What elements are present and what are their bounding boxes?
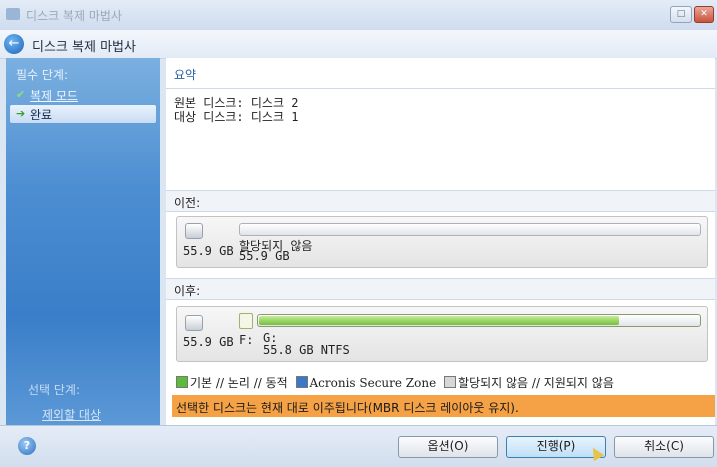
after-label: 이후:: [174, 284, 201, 298]
app-icon: [6, 8, 20, 20]
warning-text: 선택한 디스크는 현재 대로 이주됩니다(MBR 디스크 레이아웃 유지).: [176, 401, 519, 415]
wizard-footer: ? 옵션(O) 진행(P) 취소(C): [0, 425, 717, 467]
layout-warning-banner: 선택한 디스크는 현재 대로 이주됩니다(MBR 디스크 레이아웃 유지).: [172, 395, 715, 417]
target-disk-line: 대상 디스크: 디스크 1: [174, 110, 299, 124]
before-partition-size: 55.9 GB: [239, 249, 290, 263]
partition-used-fill: [259, 316, 620, 325]
checkmark-icon: ✔: [16, 88, 26, 101]
optional-steps-heading: 선택 단계:: [28, 383, 81, 397]
unallocated-color-swatch: [444, 376, 457, 388]
options-button[interactable]: 옵션(O): [398, 436, 498, 458]
step-exclusions[interactable]: 제외할 대상: [42, 406, 101, 423]
step-finish[interactable]: ➔ 완료: [10, 105, 156, 123]
partition-flag-icon: [239, 313, 253, 329]
legend-acronis: Acronis Secure Zone: [309, 376, 437, 390]
wizard-steps-sidebar: 필수 단계: ✔ 복제 모드 ➔ 완료 선택 단계: 제외할 대상: [6, 58, 160, 425]
arrow-right-icon: ➔: [16, 107, 26, 120]
restore-button[interactable]: □: [670, 6, 692, 23]
close-button[interactable]: ✕: [694, 6, 714, 23]
after-partition-size: 55.8 GB NTFS: [263, 343, 350, 357]
legend-unallocated: 할당되지 않음 // 지원되지 않음: [458, 376, 614, 390]
summary-box: 원본 디스크: 디스크 2 대상 디스크: 디스크 1: [166, 88, 715, 189]
wizard-title: 디스크 복제 마법사: [32, 40, 136, 55]
required-steps-heading: 필수 단계:: [16, 68, 69, 82]
unallocated-partition-bar[interactable]: [239, 223, 701, 236]
before-label: 이전:: [174, 196, 201, 210]
hard-disk-icon: [185, 223, 203, 239]
summary-title: 요약: [174, 68, 197, 82]
step-clone-mode[interactable]: ✔ 복제 모드: [10, 86, 156, 104]
back-arrow-icon[interactable]: ←: [4, 34, 24, 54]
before-disk-panel: 55.9 GB 할당되지 않음 55.9 GB: [176, 216, 708, 268]
partition-letter: F:: [239, 333, 254, 347]
after-disk-panel: 55.9 GB F: G: 55.8 GB NTFS: [176, 306, 708, 362]
partition-legend: 기본 // 논리 // 동적 Acronis Secure Zone 할당되지 …: [176, 374, 618, 391]
after-section-header: 이후:: [166, 278, 715, 300]
window-title: 디스크 복제 마법사: [26, 9, 122, 23]
acronis-color-swatch: [295, 376, 308, 388]
before-disk-size: 55.9 GB: [183, 244, 234, 258]
wizard-header: ← 디스크 복제 마법사: [0, 30, 717, 59]
basic-color-swatch: [176, 376, 188, 388]
hard-disk-icon: [185, 315, 203, 331]
summary-panel: 요약 원본 디스크: 디스크 2 대상 디스크: 디스크 1 이전: 55.9 …: [166, 58, 715, 425]
before-section-header: 이전:: [166, 190, 715, 212]
step-label: 완료: [30, 108, 53, 122]
window-titlebar: 디스크 복제 마법사 □ ✕: [0, 0, 717, 31]
after-disk-size: 55.9 GB: [183, 335, 234, 349]
step-label: 복제 모드: [30, 89, 78, 103]
legend-basic: 기본 // 논리 // 동적: [190, 376, 288, 390]
help-icon[interactable]: ?: [18, 437, 36, 455]
cancel-button[interactable]: 취소(C): [614, 436, 714, 458]
ntfs-partition-bar[interactable]: [257, 314, 701, 327]
